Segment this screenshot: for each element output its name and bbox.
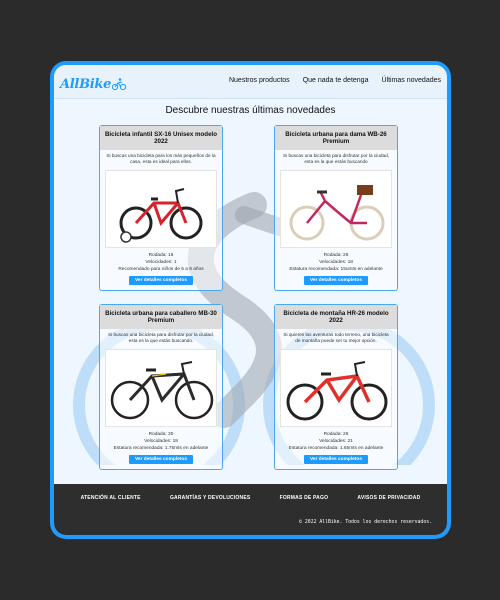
site-footer: ATENCIÓN AL CLIENTE GARANTÍAS Y DEVOLUCI… [54,484,447,535]
page: AllBike Nuestros productos Que nada te d… [54,65,447,535]
spec-velocidades: Velocidades: 18 [319,260,353,265]
product-card: Bicicleta urbana para caballero MB-30 Pr… [99,304,223,470]
spec-rodada: Rodada: 26 [323,432,349,437]
page-title: Descubre nuestras últimas novedades [165,105,336,116]
spec-recomendacion: Recomendado para niños de 5 a 8 años [118,267,204,272]
site-header: AllBike Nuestros productos Que nada te d… [54,65,447,99]
product-name: Bicicleta urbana para caballero MB-30 Pr… [100,305,222,329]
logo[interactable]: AllBike [60,74,127,94]
browser-frame: AllBike Nuestros productos Que nada te d… [50,61,451,539]
product-specs: Rodada: 26 Velocidades: 18 Estatura reco… [275,252,397,273]
logo-text: AllBike [60,76,112,92]
product-card: Bicicleta infantil SX-16 Unisex modelo 2… [99,125,223,291]
details-button[interactable]: Ver detalles completos [304,455,368,464]
footer-link-formas-pago[interactable]: FORMAS DE PAGO [280,495,329,501]
cyclist-icon [112,78,127,91]
product-name: Bicicleta infantil SX-16 Unisex modelo 2… [100,126,222,150]
footer-links: ATENCIÓN AL CLIENTE GARANTÍAS Y DEVOLUCI… [54,495,447,501]
product-name: Bicicleta urbana para dama WB-26 Premium [275,126,397,150]
product-description: Si buscas una bicicleta para disfrutar p… [282,153,390,164]
footer-link-privacidad[interactable]: AVISOS DE PRIVACIDAD [357,495,420,501]
details-button[interactable]: Ver detalles completos [304,276,368,285]
product-card: Bicicleta de montaña HR-26 modelo 2022 S… [274,304,398,470]
product-specs: Rodada: 26 Velocidades: 21 Estatura reco… [275,431,397,452]
product-specs: Rodada: 16 Velocidades: 1 Recomendado pa… [100,252,222,273]
spec-velocidades: Velocidades: 1 [145,260,177,265]
product-image[interactable] [105,349,217,427]
nav-ultimas-novedades[interactable]: Últimas novedades [381,77,441,84]
spec-velocidades: Velocidades: 21 [319,439,353,444]
footer-link-garantias[interactable]: GARANTÍAS Y DEVOLUCIONES [170,495,250,501]
product-description: Si buscas una bicicleta para disfrutar p… [107,332,215,343]
spec-estatura: Estatura recomendada: 1.65mts en adelant… [288,446,384,451]
nav-que-nada-te-detenga[interactable]: Que nada te detenga [303,77,369,84]
product-image[interactable] [105,170,217,248]
spec-rodada: Rodada: 16 [148,253,174,258]
nav-productos[interactable]: Nuestros productos [229,77,290,84]
product-description: Si quieres las aventuras todo terreno, u… [283,332,389,343]
details-button[interactable]: Ver detalles completos [129,455,193,464]
product-description: Si buscas una bicicleta para los más peq… [106,153,216,164]
product-image[interactable] [280,170,392,248]
spec-estatura: Estatura recomendada: 15umts en adelante [289,267,383,272]
spec-rodada: Rodada: 26 [323,253,349,258]
product-specs: Rodada: 30 Velocidades: 18 Estatura reco… [100,431,222,452]
product-name: Bicicleta de montaña HR-26 modelo 2022 [275,305,397,329]
spec-estatura: Estatura recomendada: 1.75mts en adelant… [113,446,209,451]
footer-link-atencion[interactable]: ATENCIÓN AL CLIENTE [81,495,141,501]
product-card: Bicicleta urbana para dama WB-26 Premium… [274,125,398,291]
details-button[interactable]: Ver detalles completos [129,276,193,285]
spec-velocidades: Velocidades: 18 [144,439,178,444]
main-nav: Nuestros productos Que nada te detenga Ú… [229,77,441,84]
product-image[interactable] [280,349,392,427]
spec-rodada: Rodada: 30 [148,432,174,437]
copyright-text: © 2022 AllBike. Todos los derechos reser… [299,520,432,525]
